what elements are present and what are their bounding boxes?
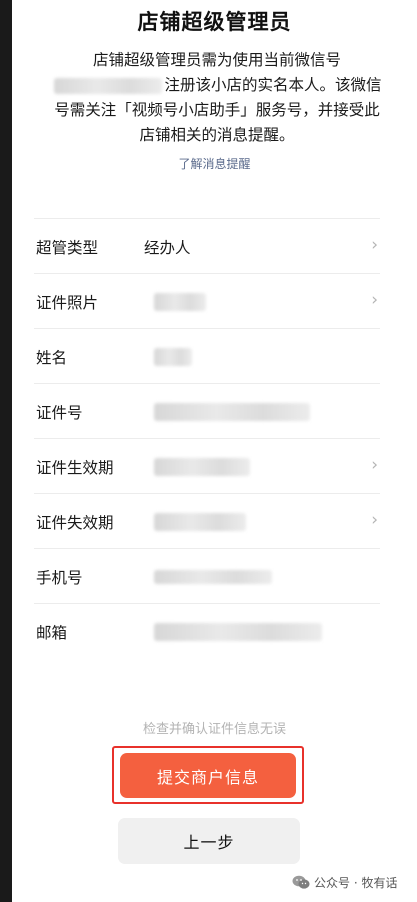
id-number-row: 证件号 [34, 383, 380, 438]
chevron-right-icon: › [371, 290, 378, 310]
learn-notification-link[interactable]: 了解消息提醒 [12, 155, 417, 172]
admin-info-form: 超管类型 经办人 › 证件照片 › 姓名 证件号 证件生效期 › 证件失效期 › [34, 218, 380, 658]
verify-hint: 检查并确认证件信息无误 [142, 722, 286, 737]
redacted-valid-from [154, 458, 250, 476]
watermark: 公众号 · 牧有话 [292, 874, 397, 891]
id-photo-row[interactable]: 证件照片 › [34, 273, 380, 328]
merchant-form-panel: 店铺超级管理员 店铺超级管理员需为使用当前微信号注册该小店的实名本人。该微信号需… [12, 0, 417, 902]
chevron-right-icon: › [371, 235, 378, 255]
admin-type-value: 经办人 [144, 239, 191, 257]
previous-step-button[interactable]: 上一步 [118, 818, 300, 864]
id-valid-to-label: 证件失效期 [36, 514, 114, 532]
redacted-valid-to [154, 513, 246, 531]
redacted-phone [154, 570, 272, 584]
admin-type-row[interactable]: 超管类型 经办人 › [34, 218, 380, 273]
id-valid-from-label: 证件生效期 [36, 459, 114, 477]
name-label: 姓名 [36, 349, 68, 367]
name-row: 姓名 [34, 328, 380, 383]
id-photo-label: 证件照片 [36, 294, 99, 312]
redacted-name [154, 348, 192, 366]
chevron-right-icon: › [371, 510, 378, 530]
id-valid-from-row[interactable]: 证件生效期 › [34, 438, 380, 493]
email-row: 邮箱 [34, 603, 380, 658]
redacted-id-number [154, 403, 310, 421]
redacted-wechat-id [54, 77, 163, 94]
submit-merchant-info-button[interactable]: 提交商户信息 [120, 753, 296, 798]
wechat-logo-icon [292, 875, 310, 890]
id-number-label: 证件号 [36, 404, 83, 422]
submit-highlight-frame: 提交商户信息 [112, 746, 304, 804]
admin-description: 店铺超级管理员需为使用当前微信号注册该小店的实名本人。该微信号需关注「视频号小店… [52, 48, 382, 148]
chevron-right-icon: › [371, 455, 378, 475]
email-label: 邮箱 [36, 624, 68, 642]
admin-type-label: 超管类型 [36, 239, 99, 257]
description-text-start: 店铺超级管理员需为使用当前微信号 [92, 51, 341, 69]
redacted-email [154, 623, 322, 641]
phone-row: 手机号 [34, 548, 380, 603]
page-title: 店铺超级管理员 [137, 10, 292, 34]
phone-label: 手机号 [36, 569, 83, 587]
id-valid-to-row[interactable]: 证件失效期 › [34, 493, 380, 548]
redacted-id-photo [154, 293, 206, 311]
watermark-text: 公众号 · 牧有话 [314, 876, 398, 890]
